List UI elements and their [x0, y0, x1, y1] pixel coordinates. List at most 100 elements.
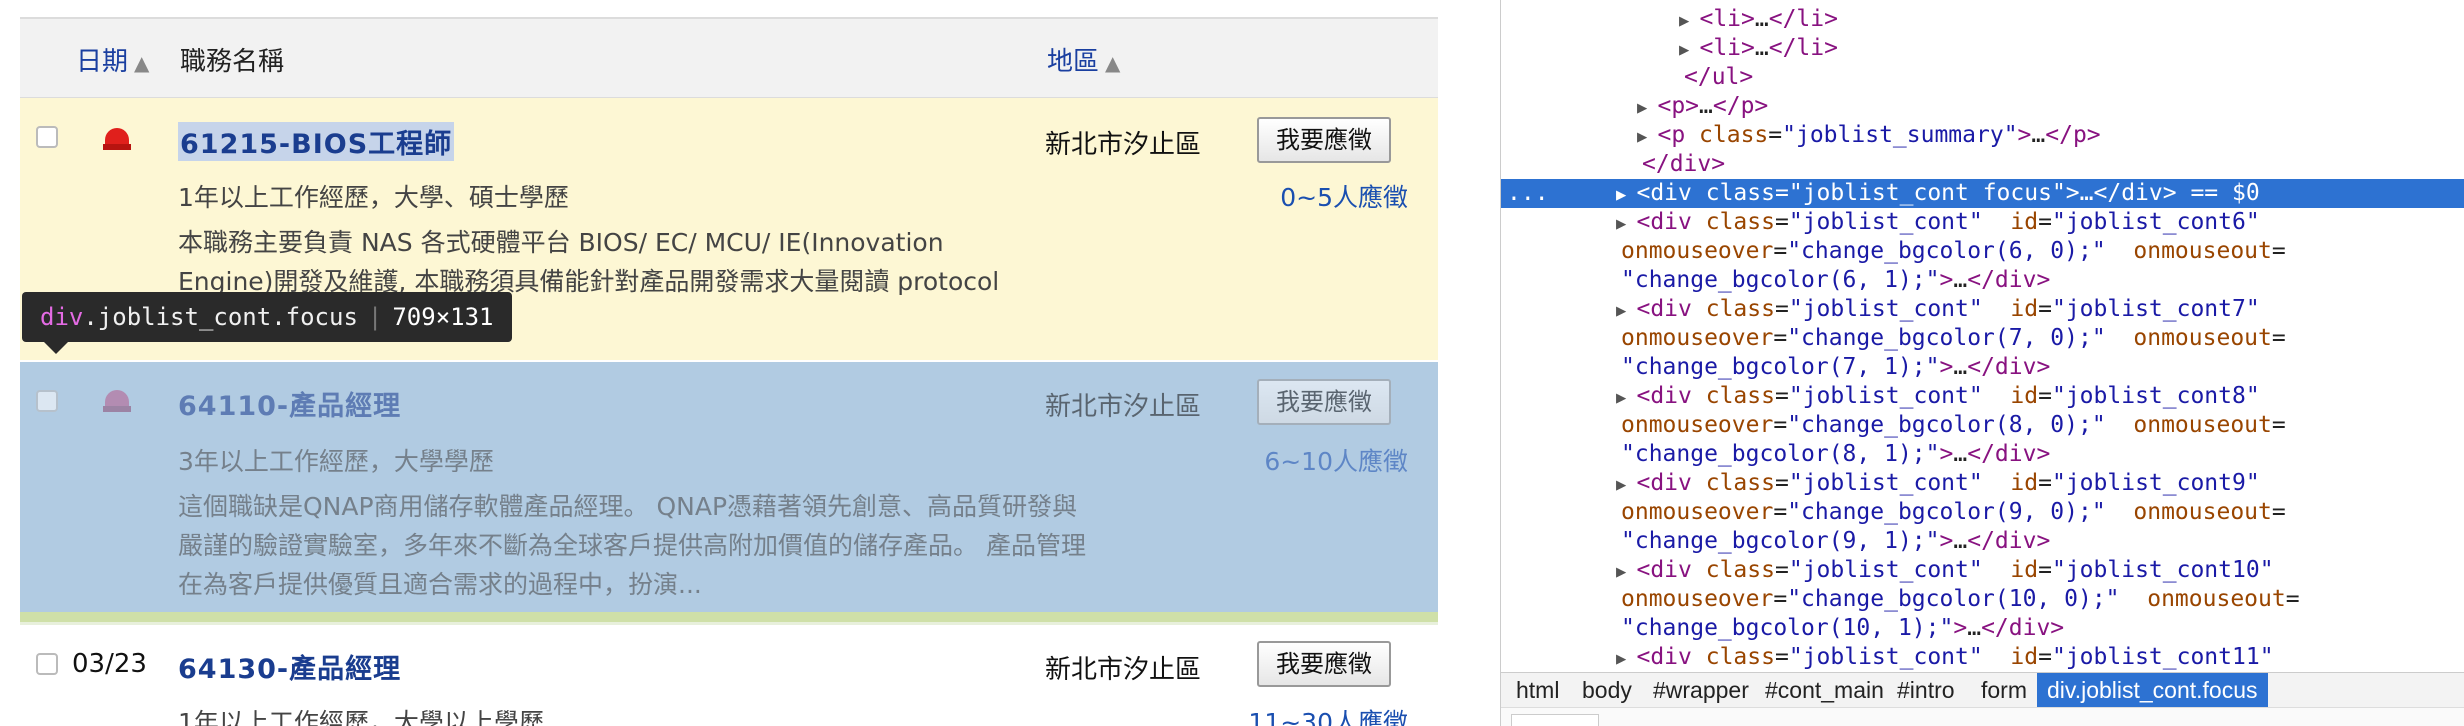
code-text: =: [2038, 470, 2052, 496]
expand-triangle-icon[interactable]: ▶: [1616, 301, 1636, 321]
expand-triangle-icon[interactable]: ▶: [1616, 475, 1636, 495]
job-description: 本職務主要負責 NAS 各式硬體平台 BIOS/ EC/ MCU/ IE(Inn…: [178, 223, 1098, 301]
code-text: =: [2038, 557, 2052, 583]
job-experience: 3年以上工作經歷，大學學歷: [178, 447, 494, 476]
html-tag: <li>: [1699, 35, 1755, 61]
attr-name: class: [1705, 557, 1775, 583]
html-tag: <div: [1636, 296, 1706, 322]
job-post-date: 03/23: [72, 649, 147, 679]
html-tag: <p: [1657, 122, 1700, 148]
attr-name: class: [1705, 383, 1775, 409]
expand-triangle-icon[interactable]: ▶: [1616, 185, 1636, 205]
attr-value: "change_bgcolor(9, 0);": [1787, 499, 2106, 525]
expand-triangle-icon[interactable]: ▶: [1679, 40, 1699, 60]
code-text: …: [1953, 528, 1968, 554]
code-text: =: [2038, 296, 2052, 322]
tooltip-class: .joblist_cont.focus: [83, 303, 358, 331]
attr-value: "joblist_cont focus": [1788, 180, 2066, 206]
attr-name: id: [2010, 209, 2039, 235]
job-location: 新北市汐止區: [1045, 655, 1202, 685]
breadcrumb-item[interactable]: #cont_main: [1755, 673, 1894, 707]
code-text: =: [2038, 209, 2052, 235]
expand-triangle-icon[interactable]: ▶: [1637, 127, 1657, 147]
code-text: =: [1773, 325, 1788, 351]
breadcrumb-item[interactable]: div.joblist_cont.focus: [2037, 673, 2268, 707]
applicant-count-link[interactable]: 11~30人應徵: [1248, 703, 1408, 726]
sort-by-date[interactable]: 日期 ▲: [76, 41, 149, 78]
job-row[interactable]: 03/23 64130-產品經理 新北市汐止區 我要應徵 1年以上工作經歷，大學…: [20, 622, 1438, 726]
attr-name: onmouseout: [2147, 586, 2286, 612]
apply-button[interactable]: 我要應徵: [1257, 641, 1391, 687]
attr-value: "joblist_cont": [1788, 470, 1983, 496]
job-select-checkbox[interactable]: [36, 390, 58, 412]
urgent-alarm-icon: [103, 128, 131, 150]
tooltip-arrow: [44, 342, 68, 354]
applicant-count-link[interactable]: 0~5人應徵: [1280, 178, 1408, 214]
attr-name: class: [1705, 644, 1775, 670]
job-description-line: 這個職缺是QNAP商用儲存軟體產品經理。 QNAP憑藉著領先創意、高品質研發與: [178, 492, 1078, 521]
job-experience: 1年以上工作經歷，大學以上學歷: [178, 708, 544, 726]
attr-name: id: [2010, 644, 2039, 670]
job-title-link[interactable]: 64110-產品經理: [178, 384, 401, 423]
applicant-count-link[interactable]: 6~10人應徵: [1264, 442, 1408, 478]
code-text: == $0: [2176, 180, 2260, 206]
html-tag: >: [2065, 180, 2080, 206]
expand-triangle-icon[interactable]: ▶: [1616, 388, 1636, 408]
area-sort-link[interactable]: 地區: [1047, 47, 1099, 77]
attr-name: id: [2010, 557, 2039, 583]
attr-name: onmouseout: [2133, 325, 2272, 351]
tooltip-size: 709×131: [392, 303, 494, 331]
code-text: …: [1967, 615, 1982, 641]
code-text: =: [2285, 586, 2300, 612]
attr-value: "change_bgcolor(10, 0);": [1787, 586, 2120, 612]
attr-value: "joblist_cont": [1788, 557, 1983, 583]
code-text: =: [2038, 383, 2052, 409]
code-text: =: [1774, 209, 1789, 235]
html-tag: <div: [1636, 644, 1706, 670]
breadcrumb-item[interactable]: #wrapper: [1643, 673, 1759, 707]
breadcrumb-item[interactable]: html: [1506, 673, 1569, 707]
expand-triangle-icon[interactable]: ▶: [1616, 562, 1636, 582]
date-sort-link[interactable]: 日期: [76, 47, 128, 77]
expand-triangle-icon[interactable]: ▶: [1679, 11, 1699, 31]
urgent-alarm-icon: [103, 390, 131, 412]
job-title-link[interactable]: 64130-產品經理: [178, 647, 401, 686]
code-text: …: [1699, 93, 1713, 119]
job-location: 新北市汐止區: [1045, 392, 1202, 422]
apply-button[interactable]: 我要應徵: [1257, 117, 1391, 163]
job-title-link[interactable]: 61215-BIOS工程師: [178, 122, 455, 161]
job-description: 這個職缺是QNAP商用儲存軟體產品經理。 QNAP憑藉著領先創意、高品質研發與 …: [178, 487, 1098, 604]
attr-name: onmouseout: [2133, 499, 2272, 525]
html-tag: <div: [1636, 180, 1706, 206]
attr-name: class: [1705, 470, 1775, 496]
tooltip-tag: div: [40, 303, 84, 331]
attr-value: "change_bgcolor(6, 1);": [1621, 267, 1940, 293]
node-actions-ellipsis[interactable]: ...: [1507, 179, 1549, 208]
breadcrumb-item[interactable]: form: [1971, 673, 2037, 707]
apply-button[interactable]: 我要應徵: [1257, 379, 1391, 425]
code-text: =: [1774, 296, 1789, 322]
expand-triangle-icon[interactable]: ▶: [1637, 98, 1657, 118]
expand-triangle-icon[interactable]: ▶: [1616, 649, 1636, 669]
attr-value: "joblist_cont": [1788, 209, 1983, 235]
html-tag: </div>: [2093, 180, 2177, 206]
breadcrumb-item[interactable]: body: [1572, 673, 1642, 707]
dom-node-selected[interactable]: ... ▶ <div class="joblist_cont focus">…</…: [1501, 179, 2464, 208]
breadcrumb-item[interactable]: #intro: [1887, 673, 1965, 707]
attr-name: id: [2010, 296, 2039, 322]
job-row-highlighted[interactable]: 64110-產品經理 新北市汐止區 我要應徵 3年以上工作經歷，大學學歷 6~1…: [20, 362, 1438, 620]
attr-name: id: [2010, 470, 2039, 496]
sort-by-area[interactable]: 地區 ▲: [1047, 41, 1120, 78]
element-inspector-tooltip: div.joblist_cont.focus | 709×131: [22, 292, 512, 342]
attr-value: "change_bgcolor(7, 0);": [1787, 325, 2106, 351]
job-select-checkbox[interactable]: [36, 126, 58, 148]
attr-value: "joblist_cont6": [2051, 209, 2260, 235]
job-select-checkbox[interactable]: [36, 653, 58, 675]
job-description-line: 嚴謹的驗證實驗室，多年來不斷為全球客戶提供高附加價值的儲存產品。 產品管理: [178, 531, 1086, 560]
attr-name: id: [2010, 383, 2039, 409]
attr-value: "joblist_summary": [1782, 122, 2018, 148]
expand-triangle-icon[interactable]: ▶: [1616, 214, 1636, 234]
